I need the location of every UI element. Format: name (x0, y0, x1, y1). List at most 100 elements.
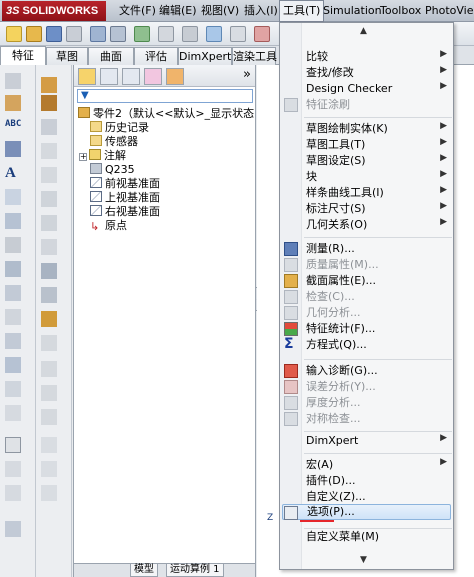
tree-item-annotations[interactable]: + 注解 (79, 149, 126, 163)
menu-item-feature-statistics[interactable]: 特征统计(F)... (303, 321, 375, 337)
sweep-icon[interactable] (41, 385, 57, 401)
property-manager-tab-icon[interactable] (100, 68, 118, 85)
mirror-feature-icon[interactable] (41, 437, 57, 453)
mirror-icon[interactable] (5, 405, 21, 421)
menu-item-find-modify[interactable]: 查找/修改 (303, 65, 354, 81)
trim-icon[interactable] (5, 357, 21, 373)
wrap-icon[interactable] (41, 461, 57, 477)
tree-item-top-plane[interactable]: 上视基准面 (90, 191, 160, 205)
arc-icon[interactable] (5, 261, 21, 277)
menu-toolbox[interactable]: Toolbox (380, 0, 421, 22)
line-icon[interactable] (5, 189, 21, 205)
spline-icon[interactable] (5, 285, 21, 301)
menu-photoview[interactable]: PhotoView (425, 0, 474, 22)
centerline-icon[interactable] (5, 333, 21, 349)
display-style-icon[interactable] (206, 26, 222, 42)
draft-icon[interactable] (41, 239, 57, 255)
shell-icon[interactable] (41, 191, 57, 207)
menu-item-section-properties[interactable]: 截面属性(E)... (303, 273, 376, 289)
menu-item-blocks[interactable]: 块 (303, 169, 317, 185)
menu-item-relations[interactable]: 几何关系(O) (303, 217, 367, 233)
save-icon[interactable] (46, 26, 62, 42)
tree-item-sensors[interactable]: 传感器 (90, 135, 138, 149)
menu-item-geometry-analysis[interactable]: 几何分析... (303, 305, 361, 321)
reference-geometry-icon[interactable] (41, 287, 57, 303)
view-orientation-icon[interactable] (182, 26, 198, 42)
menu-item-thickness-analysis[interactable]: 厚度分析... (303, 395, 361, 411)
menu-item-equations[interactable]: 方程式(Q)... (303, 337, 367, 353)
menu-tools[interactable]: 工具(T) (279, 0, 325, 22)
pattern-icon[interactable] (41, 263, 57, 279)
menu-simulation[interactable]: Simulation (323, 0, 382, 22)
tree-item-front-plane[interactable]: 前视基准面 (90, 177, 160, 191)
sketch-icon[interactable] (5, 73, 21, 89)
display-manager-tab-icon[interactable] (166, 68, 184, 85)
menu-file[interactable]: 文件(F) (119, 0, 156, 22)
expand-plus-icon[interactable]: + (79, 153, 87, 161)
menu-item-macro[interactable]: 宏(A) (303, 457, 333, 473)
hole-wizard-icon[interactable] (41, 335, 57, 351)
tab-motion-study[interactable]: 运动算例 1 (166, 564, 224, 577)
menu-item-customize[interactable]: 自定义(Z)... (303, 489, 366, 505)
offset-icon[interactable] (5, 381, 21, 397)
extrude-icon[interactable] (41, 77, 57, 93)
chamfer-icon[interactable] (41, 167, 57, 183)
menu-item-dimxpert[interactable]: DimXpert (303, 433, 358, 449)
menu-item-sketch-settings[interactable]: 草图设定(S) (303, 153, 366, 169)
tab-sketch[interactable]: 草图 (46, 47, 88, 65)
menu-item-spline-tools[interactable]: 样条曲线工具(I) (303, 185, 384, 201)
tree-item-history[interactable]: 历史记录 (90, 121, 149, 135)
curves-icon[interactable] (41, 311, 57, 327)
quick-snaps-icon[interactable] (5, 485, 21, 501)
tree-item-origin[interactable]: ↳ 原点 (90, 219, 127, 233)
menu-item-check[interactable]: 检查(C)... (303, 289, 355, 305)
open-folder-icon[interactable] (26, 26, 42, 42)
menu-item-dimensions[interactable]: 标注尺寸(S) (303, 201, 366, 217)
loft-icon[interactable] (41, 409, 57, 425)
appearance-icon[interactable] (254, 26, 270, 42)
tree-root-part[interactable]: 零件2（默认<<默认>_显示状态 1>） (78, 107, 285, 121)
tree-filter-bar[interactable]: ▼ (77, 89, 253, 103)
edit-pencil-icon[interactable] (5, 141, 21, 157)
menu-item-deviation-analysis[interactable]: 误差分析(Y)... (303, 379, 376, 395)
menu-item-feature-paint[interactable]: 特征涂刷 (303, 97, 350, 113)
menu-item-customize-menu[interactable]: 自定义菜单(M) (303, 529, 379, 545)
menu-item-import-diagnostics[interactable]: 输入诊断(G)... (303, 363, 378, 379)
tab-features[interactable]: 特征 (0, 46, 46, 65)
menu-view[interactable]: 视图(V) (201, 0, 239, 22)
circle-icon[interactable] (5, 237, 21, 253)
fillet-icon[interactable] (41, 143, 57, 159)
rebuild-icon[interactable] (134, 26, 150, 42)
menu-item-add-ins[interactable]: 插件(D)... (303, 473, 356, 489)
rectangle-icon[interactable] (5, 213, 21, 229)
menu-item-symmetry-check[interactable]: 对称检查... (303, 411, 361, 427)
new-document-icon[interactable] (6, 26, 22, 42)
tab-evaluate[interactable]: 评估 (134, 47, 178, 65)
print-icon[interactable] (66, 26, 82, 42)
menu-item-compare[interactable]: 比较 (303, 49, 328, 65)
options-icon[interactable] (158, 26, 174, 42)
menu-item-sketch-tools[interactable]: 草图工具(T) (303, 137, 365, 153)
grid-icon[interactable] (5, 521, 21, 537)
repair-sketch-icon[interactable] (5, 461, 21, 477)
abc-spell-icon[interactable]: ABC (5, 119, 21, 135)
dimxpert-manager-tab-icon[interactable] (144, 68, 162, 85)
select-arrow-icon[interactable] (110, 26, 126, 42)
menu-item-design-checker[interactable]: Design Checker (303, 81, 392, 97)
smart-dimension-icon[interactable] (5, 95, 21, 111)
menu-insert[interactable]: 插入(I) (244, 0, 278, 22)
tab-surfaces[interactable]: 曲面 (88, 47, 134, 65)
relation-icon[interactable] (5, 437, 21, 453)
menu-scroll-down-icon[interactable]: ▼ (360, 555, 367, 565)
menu-item-options[interactable]: 选项(P)... (282, 504, 451, 520)
undo-icon[interactable] (90, 26, 106, 42)
more-tabs-chevron[interactable]: » (243, 67, 251, 82)
tab-dimxpert[interactable]: DimXpert (178, 47, 232, 65)
revolve-icon[interactable] (41, 95, 57, 111)
menu-item-mass-properties[interactable]: 质量属性(M)... (303, 257, 379, 273)
dome-icon[interactable] (41, 361, 57, 377)
hide-show-icon[interactable] (230, 26, 246, 42)
thicken-icon[interactable] (41, 485, 57, 501)
cut-icon[interactable] (41, 119, 57, 135)
feature-tree-tab-icon[interactable] (78, 68, 96, 85)
